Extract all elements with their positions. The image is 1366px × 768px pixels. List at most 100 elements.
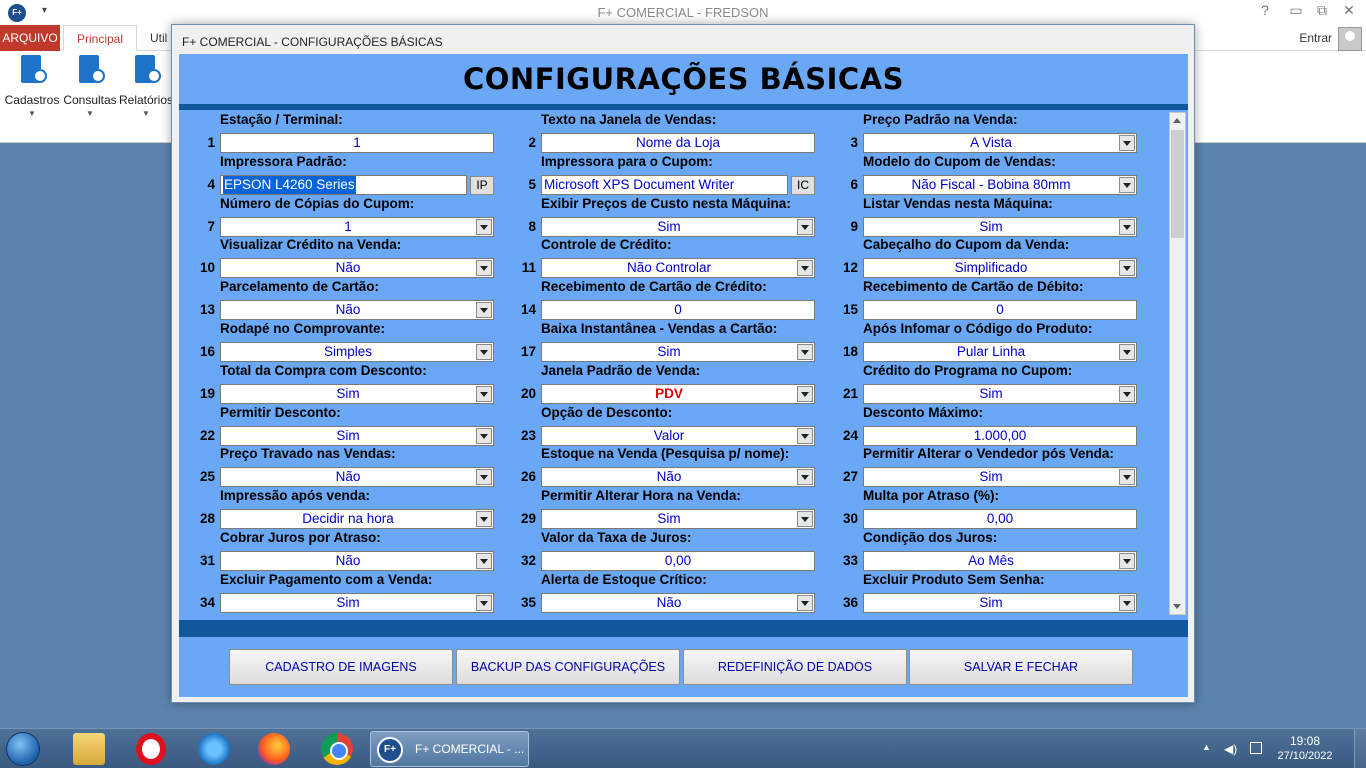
setting-select[interactable]: Sim xyxy=(541,216,815,237)
cadastros-button[interactable]: Cadastros ▼ xyxy=(3,55,61,118)
setting-number: 30 xyxy=(842,511,858,527)
dropdown-arrow-icon[interactable] xyxy=(1119,344,1135,360)
tray-expand-icon[interactable]: ▲ xyxy=(1202,742,1214,754)
dropdown-arrow-icon[interactable] xyxy=(476,427,492,444)
firefox-icon[interactable] xyxy=(258,733,290,765)
ribbon-display-icon[interactable]: ▭ xyxy=(1283,2,1309,19)
setting-select[interactable]: Simplificado xyxy=(863,258,1137,279)
setting-select[interactable]: Sim xyxy=(863,467,1137,488)
help-icon[interactable]: ? xyxy=(1252,2,1278,18)
salvar-fechar-button[interactable]: SALVAR E FECHAR xyxy=(909,649,1133,685)
setting-select[interactable]: 1 xyxy=(220,216,494,237)
setting-select[interactable]: Não Controlar xyxy=(541,258,815,279)
dropdown-arrow-icon[interactable] xyxy=(1119,218,1135,235)
setting-select[interactable]: Sim xyxy=(220,592,494,613)
tab-util[interactable]: Util xyxy=(144,25,173,51)
setting-select[interactable]: Não xyxy=(541,592,815,613)
setting-select[interactable]: A Vista xyxy=(863,133,1137,153)
dropdown-arrow-icon[interactable] xyxy=(797,469,813,486)
dropdown-arrow-icon[interactable] xyxy=(476,218,492,235)
setting-select[interactable]: Simples xyxy=(220,342,494,362)
setting-input[interactable]: 0,00 xyxy=(863,509,1137,530)
setting-select[interactable]: PDV xyxy=(541,383,815,404)
dropdown-arrow-icon[interactable] xyxy=(1119,176,1135,193)
dropdown-arrow-icon[interactable] xyxy=(476,511,492,528)
setting-input[interactable]: 0,00 xyxy=(541,551,815,571)
consultas-button[interactable]: Consultas ▼ xyxy=(61,55,119,118)
setting-select[interactable]: Sim xyxy=(220,383,494,404)
dropdown-arrow-icon[interactable] xyxy=(476,594,492,611)
dropdown-arrow-icon[interactable] xyxy=(797,218,813,235)
sign-in-link[interactable]: Entrar xyxy=(1299,31,1332,45)
cadastro-imagens-button[interactable]: CADASTRO DE IMAGENS xyxy=(229,649,453,685)
setting-select[interactable]: Sim xyxy=(863,383,1137,404)
setting-select[interactable]: Sim xyxy=(863,216,1137,237)
volume-icon[interactable]: ◀) xyxy=(1224,742,1237,756)
file-explorer-icon[interactable] xyxy=(73,733,105,765)
internet-explorer-icon[interactable] xyxy=(198,733,230,765)
user-avatar-icon[interactable] xyxy=(1338,27,1362,51)
scroll-down-icon[interactable] xyxy=(1170,598,1185,614)
clock-time[interactable]: 19:08 xyxy=(1270,734,1340,748)
dropdown-arrow-icon[interactable] xyxy=(1119,385,1135,402)
dropdown-arrow-icon[interactable] xyxy=(797,385,813,402)
dropdown-arrow-icon[interactable] xyxy=(476,553,492,569)
setting-select[interactable]: Não Fiscal - Bobina 80mm xyxy=(863,174,1137,195)
clock-date[interactable]: 27/10/2022 xyxy=(1270,750,1340,762)
scroll-thumb[interactable] xyxy=(1171,130,1184,238)
setting-select[interactable]: Sim xyxy=(541,342,815,362)
backup-configuracoes-button[interactable]: BACKUP DAS CONFIGURAÇÕES xyxy=(456,649,680,685)
dropdown-arrow-icon[interactable] xyxy=(476,260,492,277)
setting-input[interactable]: Nome da Loja xyxy=(541,133,815,153)
show-desktop-button[interactable] xyxy=(1354,729,1366,768)
relatorios-button[interactable]: Relatórios ▼ xyxy=(117,55,175,118)
network-icon[interactable] xyxy=(1250,742,1262,754)
setting-select[interactable]: Sim xyxy=(541,509,815,530)
printer-select-button[interactable]: IP xyxy=(470,175,494,195)
setting-select[interactable]: Sim xyxy=(220,425,494,446)
setting-input[interactable]: Microsoft XPS Document Writer xyxy=(541,174,788,195)
setting-select[interactable]: Não xyxy=(541,467,815,488)
setting-input[interactable]: EPSON L4260 Series xyxy=(220,174,467,195)
tab-principal[interactable]: Principal xyxy=(63,25,137,51)
setting-select[interactable]: Não xyxy=(220,551,494,571)
dropdown-arrow-icon[interactable] xyxy=(476,469,492,486)
opera-browser-icon[interactable] xyxy=(136,733,166,765)
setting-input[interactable]: 1 xyxy=(220,133,494,153)
dropdown-arrow-icon[interactable] xyxy=(1119,135,1135,151)
setting-select[interactable]: Pular Linha xyxy=(863,342,1137,362)
close-icon[interactable]: ✕ xyxy=(1336,2,1362,19)
dropdown-arrow-icon[interactable] xyxy=(797,344,813,360)
redefinicao-dados-button[interactable]: REDEFINIÇÃO DE DADOS xyxy=(683,649,907,685)
dropdown-arrow-icon[interactable] xyxy=(797,427,813,444)
dropdown-arrow-icon[interactable] xyxy=(797,511,813,528)
setting-input[interactable]: 1.000,00 xyxy=(863,425,1137,446)
setting-select[interactable]: Ao Mês xyxy=(863,551,1137,571)
scroll-up-icon[interactable] xyxy=(1170,113,1185,129)
taskbar-app-fcomercial[interactable]: F+ F+ COMERCIAL - ... xyxy=(370,731,529,767)
dropdown-arrow-icon[interactable] xyxy=(476,302,492,319)
dropdown-arrow-icon[interactable] xyxy=(1119,553,1135,569)
printer-select-button[interactable]: IC xyxy=(791,175,815,195)
cadastros-label: Cadastros xyxy=(4,93,60,107)
tab-arquivo[interactable]: ARQUIVO xyxy=(0,25,60,51)
setting-input[interactable]: 0 xyxy=(863,300,1137,321)
restore-icon[interactable]: ⧉ xyxy=(1309,2,1335,19)
dropdown-arrow-icon[interactable] xyxy=(476,344,492,360)
setting-select[interactable]: Não xyxy=(220,467,494,488)
setting-select[interactable]: Valor xyxy=(541,425,815,446)
start-button-icon[interactable] xyxy=(6,732,40,766)
setting-select[interactable]: Decidir na hora xyxy=(220,509,494,530)
setting-select[interactable]: Não xyxy=(220,258,494,279)
dropdown-arrow-icon[interactable] xyxy=(797,260,813,277)
dropdown-arrow-icon[interactable] xyxy=(797,594,813,611)
dropdown-arrow-icon[interactable] xyxy=(476,385,492,402)
dropdown-arrow-icon[interactable] xyxy=(1119,594,1135,611)
setting-input[interactable]: 0 xyxy=(541,300,815,321)
dropdown-arrow-icon[interactable] xyxy=(1119,469,1135,486)
dropdown-arrow-icon[interactable] xyxy=(1119,260,1135,277)
setting-select[interactable]: Não xyxy=(220,300,494,321)
form-scrollbar[interactable] xyxy=(1169,112,1186,615)
setting-select[interactable]: Sim xyxy=(863,592,1137,613)
chrome-icon[interactable] xyxy=(321,733,353,765)
